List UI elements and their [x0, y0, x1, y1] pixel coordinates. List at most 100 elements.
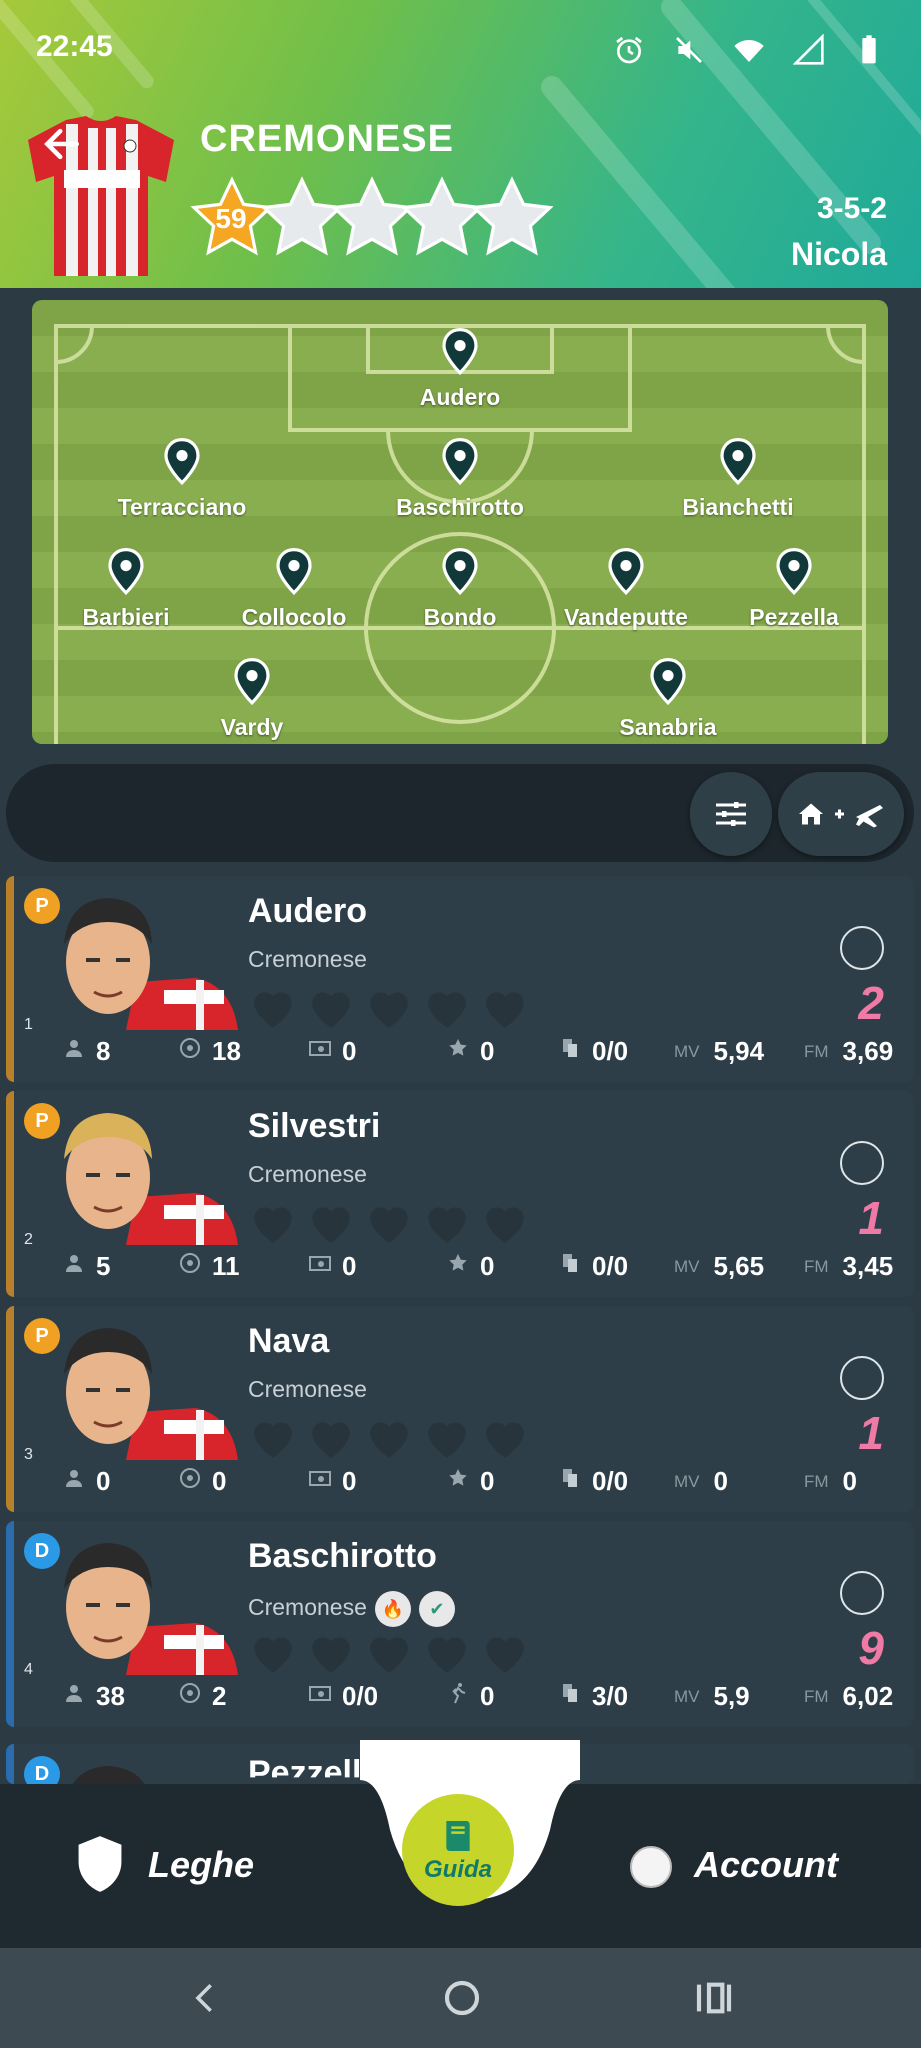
star-icon	[446, 1036, 470, 1067]
stat-value: 0	[713, 1466, 728, 1496]
stat-value: 0/0	[592, 1251, 629, 1281]
heart-icon	[248, 1199, 298, 1250]
player-avatar	[64, 1113, 238, 1245]
player-pin-icon[interactable]	[606, 547, 646, 596]
player-team-label: Cremonese	[248, 946, 367, 972]
leagues-tab[interactable]: Leghe	[148, 1844, 254, 1886]
stat-appearances: 8	[62, 1036, 110, 1067]
fm-label: FM	[804, 1256, 829, 1276]
stat-value: 0/0	[592, 1036, 629, 1066]
player-pin-icon[interactable]	[774, 547, 814, 596]
stat-mv: MV 5,9	[674, 1681, 750, 1712]
account-avatar[interactable]	[630, 1846, 672, 1888]
heart-icon	[422, 1414, 472, 1465]
battery-icon	[862, 35, 876, 64]
select-radio[interactable]	[840, 1571, 884, 1615]
stat-value: 0	[342, 1466, 357, 1496]
person-icon	[62, 1681, 86, 1712]
shield-check-icon: ✔	[418, 1591, 455, 1627]
select-radio[interactable]	[840, 926, 884, 970]
player-card[interactable]: D 4 Baschirotto Cremonese 🔥 ✔ 9 38 2 0/0 0…	[6, 1521, 914, 1727]
player-card[interactable]: P 3 Nava Cremonese 1 0 0 0 0 0/0 MV 0 FM 0	[6, 1306, 914, 1512]
heart-icon	[364, 1199, 414, 1250]
heart-icon	[306, 984, 356, 1035]
player-card[interactable]: P 2 Silvestri Cremonese 1 5 11 0 0 0/0 M…	[6, 1091, 914, 1297]
fire-icon: 🔥	[374, 1591, 411, 1627]
system-back-icon[interactable]	[188, 1978, 222, 2018]
stat-rating: 0	[446, 1466, 494, 1497]
player-name: Audero	[248, 892, 367, 930]
stat-value: 0	[96, 1466, 111, 1496]
stat-value: 3,45	[842, 1251, 894, 1281]
player-index: 3	[24, 1446, 33, 1463]
stat-value: 3,69	[842, 1036, 894, 1066]
heart-icon	[480, 1414, 530, 1465]
player-pin-icon[interactable]	[440, 437, 480, 486]
player-stats: 5 11 0 0 0/0 MV 5,65 FM 3,45	[6, 1251, 914, 1291]
pitch-player-name: Pezzella	[749, 604, 839, 630]
stat-value: 11	[212, 1251, 240, 1281]
pitch-player-name: Sanabria	[619, 714, 717, 740]
select-radio[interactable]	[840, 1356, 884, 1400]
pitch-player-name: Baschirotto	[396, 494, 524, 520]
account-tab[interactable]: Account	[694, 1844, 838, 1886]
status-time: 22:45	[36, 30, 113, 63]
back-arrow-icon[interactable]	[40, 122, 84, 166]
player-team-label: Cremonese	[248, 1161, 367, 1187]
heart-icon	[248, 1414, 298, 1465]
player-card[interactable]: P 1 Audero Cremonese 2 8 18 0 0 0/0 MV 5,…	[6, 876, 914, 1082]
goal-icon	[308, 1466, 332, 1497]
stat-mv: MV 5,94	[674, 1036, 764, 1067]
player-score: 1	[858, 1192, 884, 1244]
player-team: Cremonese	[248, 946, 367, 973]
player-pin-icon[interactable]	[232, 657, 272, 706]
ball-icon	[178, 1681, 202, 1712]
filter-button[interactable]	[690, 772, 772, 856]
pitch-player-name: Vardy	[220, 714, 284, 740]
guide-label: Guida	[423, 1856, 492, 1883]
system-recents-icon[interactable]	[694, 1978, 734, 2018]
role-bar	[6, 1744, 14, 1784]
stat-value: 5,94	[713, 1036, 765, 1066]
goal-icon	[308, 1036, 332, 1067]
signal-icon	[793, 34, 824, 65]
pitch-player-name: Terracciano	[117, 494, 247, 520]
leagues-shield-icon[interactable]	[74, 1834, 126, 1894]
stat-value: 5	[96, 1251, 111, 1281]
stat-value: 0	[342, 1251, 357, 1281]
mv-label: MV	[674, 1041, 700, 1061]
stat-mv: MV 0	[674, 1466, 728, 1497]
stat-penalties: 0/0	[308, 1681, 378, 1712]
select-radio[interactable]	[840, 1141, 884, 1185]
cards-icon	[558, 1251, 582, 1282]
person-icon	[62, 1251, 86, 1282]
player-pin-icon[interactable]	[648, 657, 688, 706]
pitch-player-name: Audero	[419, 384, 501, 410]
guide-button[interactable]: Guida	[402, 1794, 514, 1906]
player-pin-icon[interactable]	[440, 547, 480, 596]
player-pin-icon[interactable]	[106, 547, 146, 596]
player-team: Cremonese	[248, 1161, 367, 1188]
person-icon	[62, 1466, 86, 1497]
star-empty-icon	[470, 176, 554, 256]
player-avatar	[72, 1766, 145, 1784]
sliders-icon	[716, 802, 746, 826]
stat-value: 3/0	[592, 1681, 629, 1711]
home-away-button[interactable]	[778, 772, 904, 856]
star-icon	[446, 1466, 470, 1497]
home-plus-plane-icon	[799, 803, 883, 828]
player-pin-icon[interactable]	[162, 437, 202, 486]
player-stats: 38 2 0/0 0 3/0 MV 5,9 FM 6,02	[6, 1681, 914, 1721]
player-stats: 8 18 0 0 0/0 MV 5,94 FM 3,69	[6, 1036, 914, 1076]
player-pin-icon[interactable]	[274, 547, 314, 596]
player-pin-icon[interactable]	[718, 437, 758, 486]
pitch-player-name: Barbieri	[82, 604, 170, 630]
player-pin-icon[interactable]	[440, 327, 480, 376]
stat-goals: 2	[178, 1681, 226, 1712]
stat-appearances: 5	[62, 1251, 110, 1282]
stat-fm: FM 3,69	[804, 1036, 893, 1067]
heart-icon	[364, 984, 414, 1035]
system-home-icon[interactable]	[442, 1978, 482, 2018]
stat-penalties: 0	[308, 1036, 356, 1067]
heart-icon	[422, 1199, 472, 1250]
